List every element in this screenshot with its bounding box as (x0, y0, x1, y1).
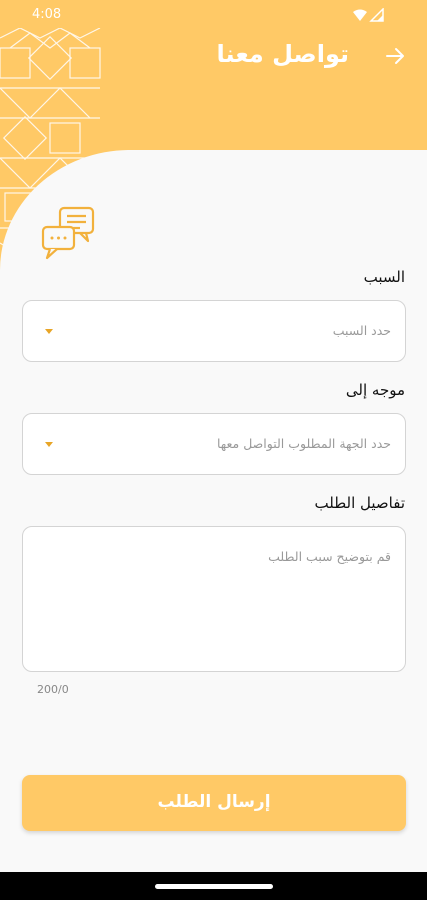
directed-to-label: موجه إلى (345, 381, 405, 399)
system-navigation-bar (0, 872, 427, 900)
wifi-signal-icon (353, 8, 384, 22)
dropdown-caret-icon (45, 442, 53, 447)
directed-to-placeholder: حدد الجهة المطلوب التواصل معها (216, 436, 391, 451)
status-time: 4:08 (32, 7, 62, 22)
back-arrow-icon[interactable] (383, 44, 407, 68)
details-label: تفاصيل الطلب (314, 494, 405, 512)
reason-dropdown[interactable]: حدد السبب (22, 300, 406, 362)
status-bar: 4:08 (0, 0, 427, 30)
details-textarea[interactable]: قم بتوضيح سبب الطلب (22, 526, 406, 672)
details-placeholder: قم بتوضيح سبب الطلب (268, 549, 391, 564)
chat-bubbles-icon (41, 206, 95, 260)
dropdown-caret-icon (45, 329, 53, 334)
page-title: تواصل معنا (216, 40, 349, 68)
reason-label: السبب (363, 268, 405, 286)
submit-request-button[interactable]: إرسال الطلب (22, 775, 406, 831)
character-counter: 200/0 (37, 683, 69, 696)
reason-placeholder: حدد السبب (332, 323, 391, 338)
submit-button-label: إرسال الطلب (157, 792, 271, 812)
directed-to-dropdown[interactable]: حدد الجهة المطلوب التواصل معها (22, 413, 406, 475)
home-gesture-handle[interactable] (155, 884, 273, 889)
